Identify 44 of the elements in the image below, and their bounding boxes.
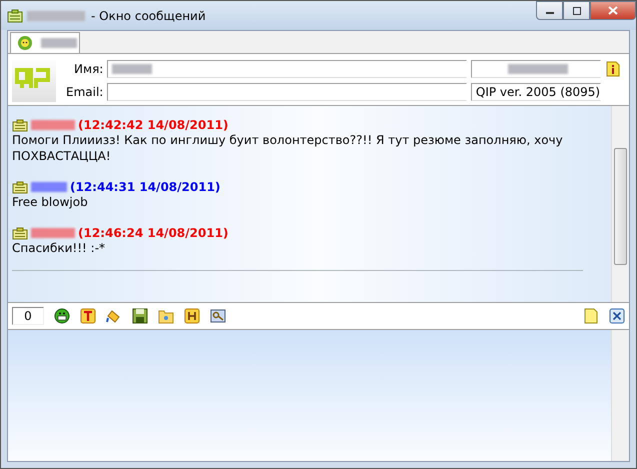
folder-icon[interactable]: [158, 308, 174, 324]
message-icon: [12, 226, 28, 240]
email-label: Email:: [66, 84, 104, 98]
font-icon[interactable]: [80, 308, 96, 324]
message-text: Free blowjob: [12, 194, 89, 210]
message-text: Спасибки!!! :-*: [12, 240, 106, 256]
blurred-sender: [31, 182, 67, 192]
maximize-button[interactable]: [563, 1, 590, 20]
history-icon[interactable]: [184, 308, 200, 324]
version-text: QIP ver. 2005 (8095): [471, 82, 601, 100]
window-title: - Окно сообщений: [91, 8, 206, 22]
close-icon: [608, 6, 618, 15]
message-timestamp: (12:44:31 14/08/2011): [70, 180, 220, 194]
maximize-icon: [572, 6, 582, 14]
blurred-sender: [31, 228, 75, 238]
save-icon[interactable]: [132, 308, 148, 324]
character-counter: 0: [12, 307, 44, 325]
blurred-uin: [508, 64, 568, 74]
close-button[interactable]: [590, 1, 636, 20]
minimize-button[interactable]: [536, 1, 563, 20]
name-field[interactable]: [107, 60, 467, 78]
new-note-icon[interactable]: [583, 308, 599, 324]
scrollbar[interactable]: [611, 106, 629, 302]
blurred-sender: [31, 120, 75, 130]
uin-field[interactable]: [471, 60, 601, 78]
message-text: Помоги Плииизз! Как по инглишу буит волонтерство??!! Я тут резюме заполняю, хочу ПОХВАСТАЦЦА!: [12, 132, 564, 164]
email-field[interactable]: [107, 82, 467, 100]
flower-icon: [17, 35, 33, 51]
paint-bucket-icon[interactable]: [106, 308, 122, 324]
message-timestamp: (12:46:24 14/08/2011): [78, 226, 228, 240]
blurred-contact-id: [27, 10, 85, 20]
blurred-contact-name: [41, 38, 77, 48]
contact-tab[interactable]: [10, 32, 80, 53]
smiley-icon[interactable]: [54, 308, 70, 324]
info-icon[interactable]: [605, 60, 621, 76]
name-label: Имя:: [73, 62, 104, 76]
close-tab-icon[interactable]: [609, 308, 625, 324]
input-scrollbar[interactable]: [611, 330, 629, 461]
message-timestamp: (12:42:42 14/08/2011): [78, 118, 228, 132]
message-input-field[interactable]: [8, 330, 629, 461]
message-icon: [12, 180, 28, 194]
contact-card-icon: [7, 8, 23, 22]
blurred-name: [112, 64, 152, 74]
message-icon: [12, 118, 28, 132]
